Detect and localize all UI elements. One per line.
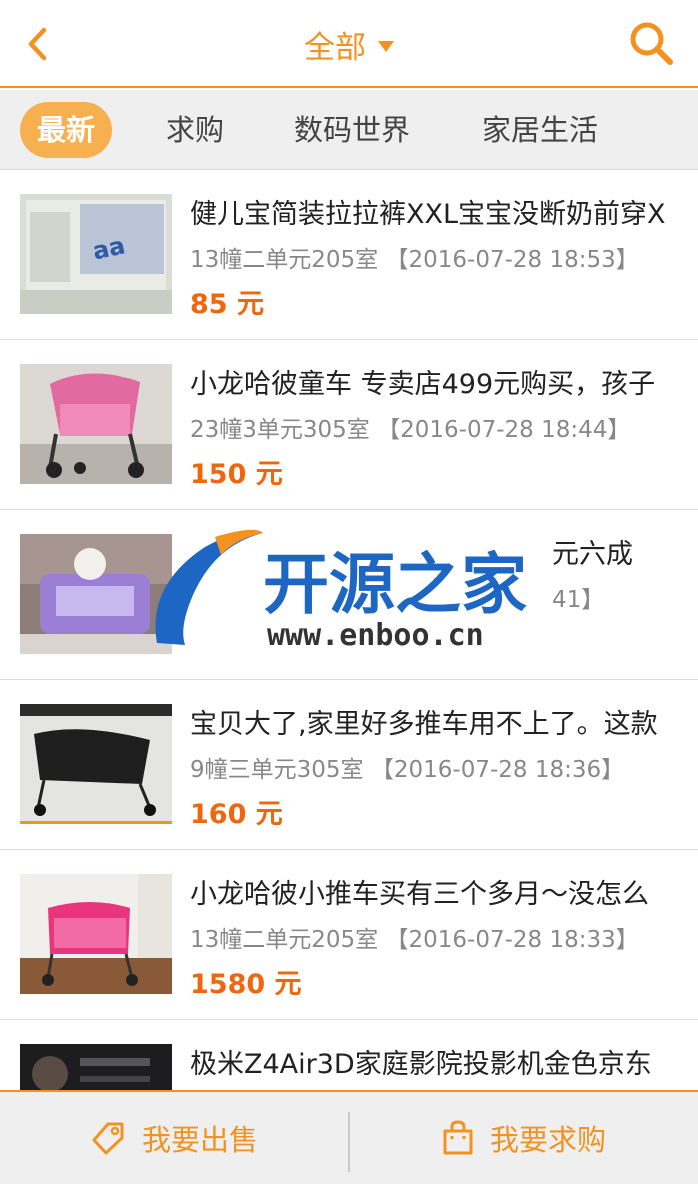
list-item[interactable]: 小龙哈彼小推车买有三个多月～没怎么 13幢二单元205室 【2016-07-28… [0, 850, 698, 1020]
watermark-logo: 开源之家 www.enboo.cn [145, 525, 565, 660]
item-time: 【2016-07-28 18:53】 [385, 247, 639, 273]
item-meta: 23幢3单元305室 【2016-07-28 18:44】 [190, 410, 630, 444]
product-thumbnail [20, 874, 172, 994]
category-tabs: 最新 求购 数码世界 家居生活 [0, 90, 698, 170]
item-price: 150 元 [190, 459, 283, 490]
product-thumbnail [20, 364, 172, 484]
item-meta: 9幢三单元305室 【2016-07-28 18:36】 [190, 750, 624, 784]
sell-button[interactable]: 我要出售 [0, 1092, 348, 1184]
item-time: 【2016-07-28 18:36】 [370, 757, 625, 783]
svg-text:开源之家: 开源之家 [263, 546, 527, 623]
item-meta: 13幢二单元205室 【2016-07-28 18:53】 [190, 240, 639, 274]
tab-digital[interactable]: 数码世界 [288, 102, 416, 158]
item-time: 【2016-07-28 18:33】 [385, 927, 639, 953]
item-address: 9幢三单元305室 [190, 757, 364, 783]
want-to-buy-button[interactable]: 我要求购 [350, 1092, 698, 1184]
item-address: 23幢3单元305室 [190, 417, 370, 443]
item-title: 宝贝大了,家里好多推车用不上了。这款 [190, 709, 658, 740]
caret-down-icon [378, 40, 394, 52]
product-thumbnail [20, 1044, 172, 1090]
list-item[interactable]: 极米Z4Air3D家庭影院投影机金色京东 [0, 1020, 698, 1090]
item-title: 元六成 [552, 539, 633, 570]
list-item[interactable]: 宝贝大了,家里好多推车用不上了。这款 9幢三单元305室 【2016-07-28… [0, 680, 698, 850]
category-dropdown[interactable]: 全部 [0, 0, 698, 88]
item-title: 健儿宝简装拉拉裤XXL宝宝没断奶前穿X [190, 199, 666, 230]
item-meta: 13幢二单元205室 【2016-07-28 18:33】 [190, 920, 639, 954]
item-title: 极米Z4Air3D家庭影院投影机金色京东 [190, 1049, 652, 1080]
bottom-action-bar: 我要出售 我要求购 [0, 1090, 698, 1184]
item-address: 13幢二单元205室 [190, 927, 379, 953]
svg-text:www.enboo.cn: www.enboo.cn [267, 618, 484, 653]
top-nav-bar: 全部 [0, 0, 698, 88]
item-title: 小龙哈彼小推车买有三个多月～没怎么 [190, 879, 649, 910]
buy-label: 我要求购 [489, 1123, 606, 1157]
shopping-bag-icon [443, 1120, 473, 1155]
tab-home-life[interactable]: 家居生活 [476, 102, 604, 158]
item-time: 【2016-07-28 18:44】 [377, 417, 631, 443]
price-tag-icon [92, 1122, 124, 1155]
item-title: 小龙哈彼童车 专卖店499元购买，孩子 [190, 369, 656, 400]
tab-latest[interactable]: 最新 [20, 102, 112, 158]
search-icon [630, 22, 673, 65]
item-address: 13幢二单元205室 [190, 247, 379, 273]
list-item[interactable]: aa 健儿宝简装拉拉裤XXL宝宝没断奶前穿X 13幢二单元205室 【2016-… [0, 170, 698, 340]
sell-label: 我要出售 [141, 1123, 258, 1157]
item-price: 1580 元 [190, 969, 302, 1000]
item-price: 160 元 [190, 799, 283, 830]
search-button[interactable] [628, 20, 676, 68]
product-thumbnail [20, 704, 172, 824]
list-item[interactable]: 小龙哈彼童车 专卖店499元购买，孩子 23幢3单元305室 【2016-07-… [0, 340, 698, 510]
page-title: 全部 [304, 29, 366, 66]
item-price: 85 元 [190, 289, 264, 320]
tab-wanted[interactable]: 求购 [160, 102, 230, 158]
product-thumbnail: aa [20, 194, 172, 314]
